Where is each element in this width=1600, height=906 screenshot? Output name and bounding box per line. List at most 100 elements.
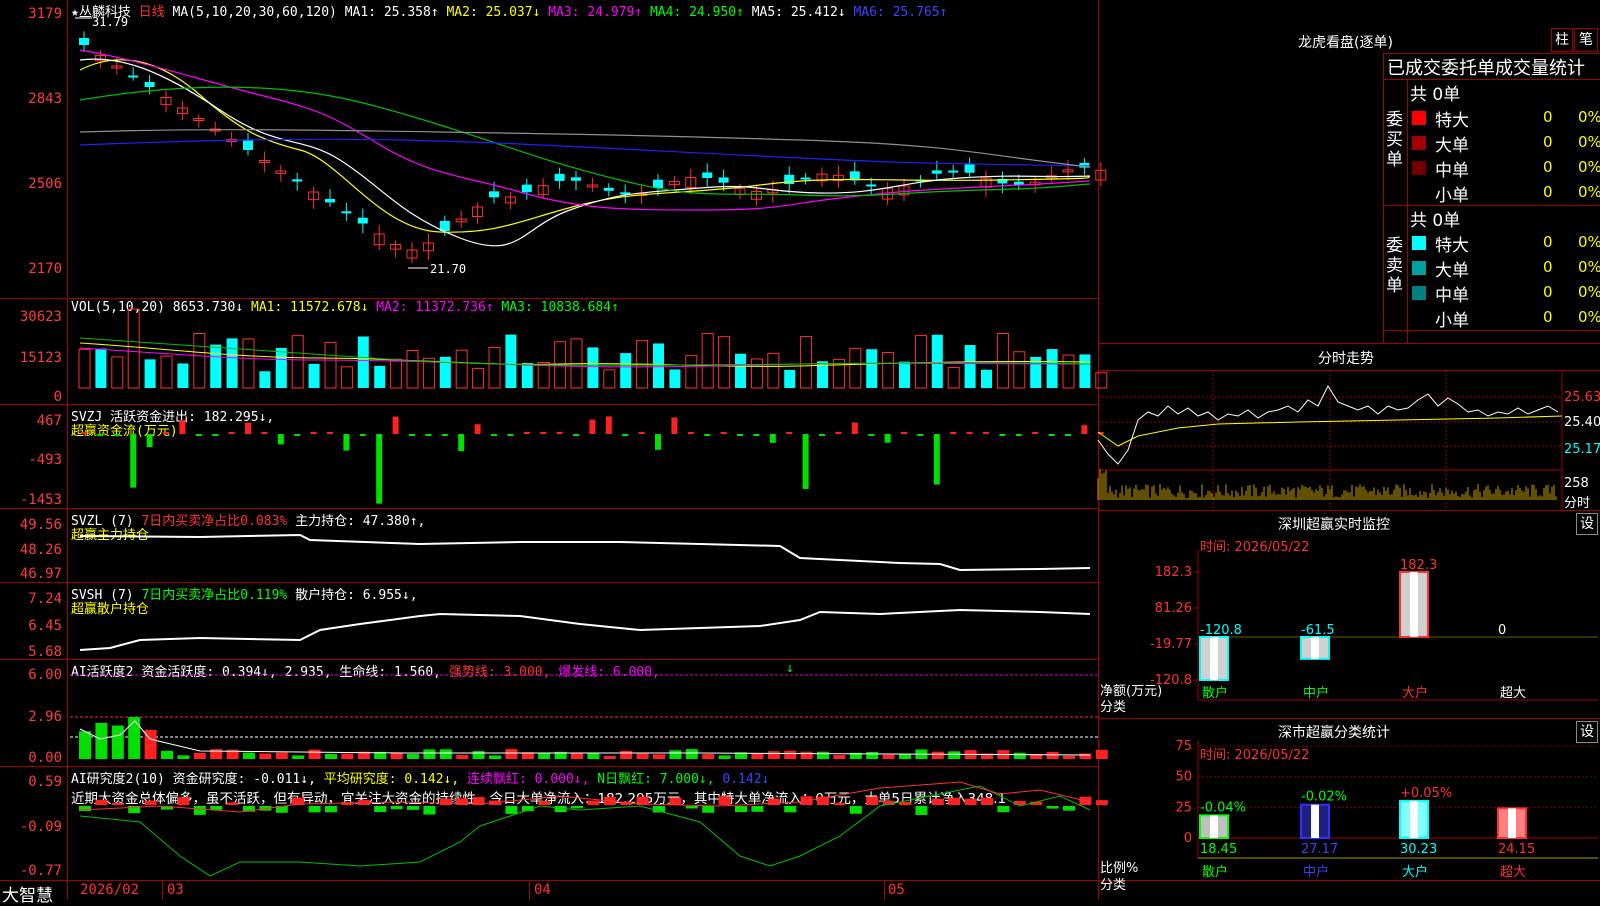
candle-body [128, 75, 139, 78]
order-size-swatch [1412, 261, 1426, 275]
fund-flow-bar [573, 434, 579, 436]
fund-flow-bar [491, 434, 497, 436]
research-bar [1046, 806, 1059, 809]
fund-flow-bar [1032, 432, 1039, 434]
order-size-name: 大单 [1435, 261, 1469, 281]
brand-label: 大智慧 [2, 886, 53, 906]
research-bar [669, 797, 682, 805]
volume-bar [899, 361, 910, 388]
candle-body [79, 38, 89, 45]
fund-flow-bar [999, 434, 1006, 436]
fund-flow-bar [802, 434, 809, 489]
volume-bar [144, 359, 156, 388]
fund-flow-bar [950, 432, 957, 434]
svsh-chart[interactable] [0, 582, 1098, 659]
order-size-name: 中单 [1435, 286, 1469, 306]
volume-bar [947, 366, 960, 389]
class-bar-highlight [1508, 808, 1516, 838]
order-size-swatch [1412, 136, 1426, 150]
tick-mode-button[interactable]: 笔 [1574, 28, 1598, 52]
candle-body [243, 139, 253, 150]
research-bar [964, 798, 977, 805]
volume-bar [587, 347, 599, 388]
activity-bar [800, 751, 813, 759]
order-size-name: 小单 [1435, 311, 1469, 331]
class-bar-highlight [1210, 815, 1218, 838]
fund-flow-bar [655, 434, 661, 450]
monitor-bar-label: -120.8 [1200, 623, 1242, 638]
volume-bar [357, 336, 369, 388]
monitor-bar-highlight [1210, 636, 1218, 680]
research-bar [1013, 800, 1026, 805]
fund-flow-bar [228, 432, 235, 434]
volume-chart[interactable] [0, 298, 1108, 408]
fund-flow-bar [671, 417, 678, 434]
fund-flow-bar [933, 434, 940, 485]
svzj-chart[interactable] [0, 404, 1104, 508]
fund-flow-bar [343, 434, 350, 451]
activity-bar [489, 755, 501, 759]
candlestick-chart[interactable] [0, 0, 1107, 300]
activity-bar [325, 753, 337, 759]
fund-flow-bar [195, 434, 202, 436]
stats-label-border [1407, 79, 1408, 343]
volume-bar [340, 366, 353, 389]
sell-total: 共 0单 [1410, 211, 1461, 231]
class-value-label: 24.15 [1498, 842, 1535, 857]
fund-flow-bar [704, 434, 711, 436]
research-bar [784, 806, 797, 813]
volume-bar [521, 363, 533, 388]
volume-bar [390, 358, 403, 389]
activity-bar [603, 755, 616, 759]
svzl-chart[interactable] [0, 508, 1098, 582]
fund-flow-bar [261, 432, 268, 434]
research-bar [554, 806, 567, 813]
research-bar [210, 806, 223, 810]
monitor-chart[interactable]: 182.3 81.26 -19.77 -120.8 -120.8 散户 -61.5 中户 182… [1098, 510, 1598, 710]
fund-flow-bar [294, 434, 301, 436]
activity-bar [538, 753, 551, 759]
candle-body [866, 184, 877, 187]
fund-flow-bar [1048, 434, 1055, 436]
activity-bar [718, 755, 731, 759]
fund-flow-bar [589, 419, 596, 434]
research-bar [948, 797, 961, 805]
research-bar [95, 799, 108, 805]
fund-flow-bar [327, 432, 333, 434]
activity-bar [308, 749, 321, 759]
monitor-bar-label: 0 [1498, 623, 1506, 638]
activity-bar [439, 749, 452, 759]
buy-orders-label: 委买单 [1386, 110, 1403, 170]
bar-mode-button[interactable]: 柱 [1551, 28, 1573, 52]
monitor-bar-highlight [1311, 636, 1319, 659]
volume-bar [750, 358, 763, 389]
right-panel-title: 龙虎看盘(逐单) [1298, 35, 1393, 51]
candle-body [948, 170, 959, 173]
fund-flow-bar [392, 416, 399, 434]
order-size-swatch [1412, 236, 1426, 250]
volume-bar [127, 308, 140, 389]
date-axis-label: 03 [167, 882, 184, 898]
order-percent: 0% [1578, 183, 1600, 201]
research-bar [866, 796, 879, 805]
date-divider [529, 880, 530, 900]
volume-bar [193, 333, 206, 389]
research-bar [997, 806, 1010, 813]
activity-bar [817, 751, 829, 759]
research-bar [439, 798, 452, 805]
activity-bar [931, 751, 944, 759]
volume-bar [324, 341, 337, 389]
ai1-chart[interactable] [0, 659, 1108, 766]
class-category-label: 超大 [1500, 865, 1526, 880]
order-size-name: 中单 [1435, 161, 1469, 181]
class-category-label: 散户 [1202, 864, 1228, 880]
activity-bar [275, 752, 288, 759]
order-percent: 0% [1578, 283, 1600, 301]
class-change-label: -0.04% [1200, 800, 1246, 815]
ai2-chart[interactable] [0, 766, 1108, 880]
volume-bar [996, 333, 1009, 389]
class-chart[interactable]: 75 50 25 0 -0.04% 18.45 散户 -0.02% 27.17 中户 +0.05% 3… [1098, 718, 1598, 900]
intraday-chart[interactable] [1097, 370, 1598, 510]
activity-bar [95, 722, 108, 759]
date-axis-label: 05 [888, 882, 905, 898]
